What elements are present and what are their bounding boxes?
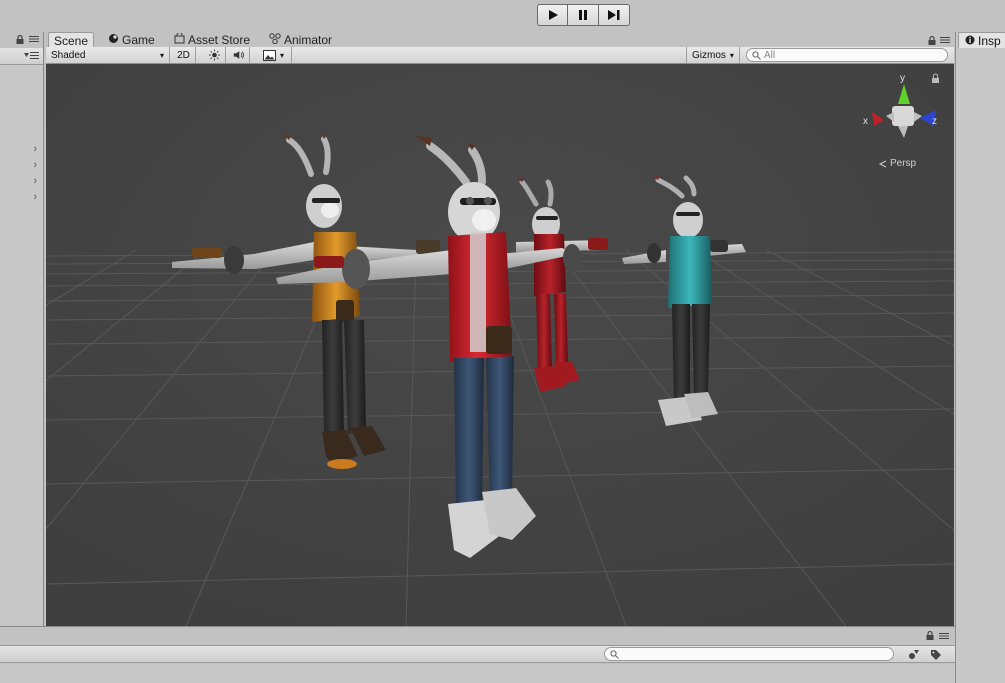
search-icon xyxy=(752,50,761,60)
playback-controls xyxy=(537,4,630,26)
panel-menu-icon[interactable] xyxy=(29,35,39,45)
lock-icon[interactable] xyxy=(928,35,936,47)
shading-mode-dropdown[interactable]: Shaded ▾ xyxy=(46,47,170,63)
play-button[interactable] xyxy=(537,4,568,26)
asset-store-icon xyxy=(174,32,185,47)
scene-viewport[interactable]: y x z Persp xyxy=(46,64,954,626)
scene-search-input[interactable]: All xyxy=(746,48,948,62)
scene-toolbar: Shaded ▾ 2D ▾ Gizmos ▾ All xyxy=(46,47,954,64)
tab-asset-store[interactable]: Asset Store xyxy=(174,32,250,48)
info-icon xyxy=(965,34,975,48)
tab-inspector-label: Insp xyxy=(978,33,1001,48)
tab-animator-label: Animator xyxy=(284,33,333,47)
tab-game-label: Game xyxy=(122,33,155,47)
hierarchy-list: › › › › xyxy=(0,65,43,625)
hierarchy-toolbar xyxy=(0,48,43,65)
console-panel xyxy=(0,626,955,683)
game-icon xyxy=(108,33,119,47)
console-search-input[interactable] xyxy=(604,647,894,661)
tab-asset-store-label: Asset Store xyxy=(188,33,251,47)
expand-arrow-icon[interactable]: › xyxy=(33,159,37,171)
pause-button[interactable] xyxy=(568,4,599,26)
console-list xyxy=(0,664,955,683)
filter-icon[interactable] xyxy=(908,649,920,662)
console-toolbar xyxy=(0,645,955,663)
audio-toggle-button[interactable] xyxy=(228,47,250,63)
shading-mode-label: Shaded xyxy=(51,49,86,61)
tag-icon[interactable] xyxy=(930,649,942,662)
inspector-panel: Insp xyxy=(955,32,1005,683)
lock-icon[interactable] xyxy=(926,630,934,642)
gizmo-y-label: y xyxy=(900,73,905,84)
2d-toggle-label: 2D xyxy=(177,49,190,61)
expand-arrow-icon[interactable]: › xyxy=(33,191,37,203)
hierarchy-panel: › › › › xyxy=(0,32,44,626)
chevron-down-icon: ▾ xyxy=(729,50,734,60)
speaker-icon xyxy=(233,51,244,59)
image-icon xyxy=(263,49,276,61)
play-icon xyxy=(548,10,558,20)
dropdown-menu-icon[interactable] xyxy=(24,51,40,62)
search-placeholder: All xyxy=(764,49,776,61)
tab-game[interactable]: Game xyxy=(108,32,155,48)
effects-dropdown[interactable]: ▾ xyxy=(258,47,292,63)
expand-arrow-icon[interactable]: › xyxy=(33,175,37,187)
main-toolbar xyxy=(0,0,1005,32)
panel-menu-icon[interactable] xyxy=(939,632,949,642)
tab-inspector[interactable]: Insp xyxy=(958,32,1005,48)
gizmos-dropdown[interactable]: Gizmos ▾ xyxy=(686,47,740,63)
scene-tabbar: Scene Game Asset Store Animator xyxy=(46,32,954,48)
gizmo-z-label: z xyxy=(932,116,937,127)
projection-label: Persp xyxy=(890,158,917,169)
sun-icon xyxy=(209,49,220,61)
gizmos-label: Gizmos xyxy=(692,49,726,61)
step-button[interactable] xyxy=(599,4,630,26)
gizmo-x-label: x xyxy=(863,116,868,127)
chevron-down-icon: ▾ xyxy=(159,50,164,60)
animator-icon xyxy=(269,33,281,47)
step-icon xyxy=(608,10,620,20)
panel-menu-icon[interactable] xyxy=(940,36,950,46)
pause-icon xyxy=(579,10,587,20)
tab-scene-label: Scene xyxy=(54,33,89,48)
expand-arrow-icon[interactable]: › xyxy=(33,143,37,155)
2d-toggle-button[interactable]: 2D xyxy=(172,47,196,63)
hierarchy-tabbar xyxy=(0,32,43,48)
tab-scene[interactable]: Scene xyxy=(48,32,95,48)
search-icon xyxy=(610,649,619,659)
chevron-down-icon: ▾ xyxy=(280,50,285,60)
tab-animator[interactable]: Animator xyxy=(269,32,332,48)
lighting-toggle-button[interactable] xyxy=(204,47,226,63)
lock-icon[interactable] xyxy=(16,34,24,46)
